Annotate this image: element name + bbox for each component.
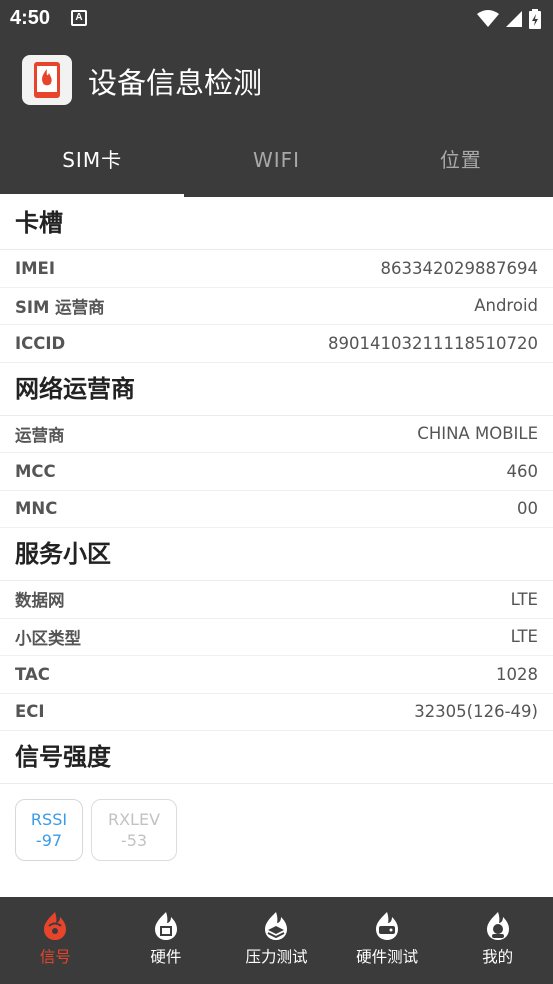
info-row-mcc: MCC 460 (0, 453, 553, 491)
row-value: 1028 (496, 664, 538, 684)
notification-icon: A (71, 10, 87, 26)
tab-sim[interactable]: SIM卡 (0, 122, 185, 197)
row-label: 运营商 (15, 425, 65, 445)
nav-label: 信号 (39, 948, 71, 966)
row-label: TAC (15, 664, 50, 684)
cell-signal-icon (506, 11, 522, 27)
tag-name: RSSI (30, 810, 68, 829)
info-row-imei: IMEI 863342029887694 (0, 250, 553, 288)
info-row-sim-operator: SIM 运营商 Android (0, 288, 553, 325)
nav-label: 硬件 (150, 948, 182, 966)
tab-bar: SIM卡 WIFI 位置 (0, 122, 553, 197)
nav-label: 我的 (482, 948, 514, 966)
app-title: 设备信息检测 (88, 66, 263, 100)
bottom-navigation: 信号 硬件 压力测试 硬件测试 我的 (0, 897, 553, 984)
row-label: IMEI (15, 258, 55, 278)
row-value: 863342029887694 (380, 258, 538, 278)
tag-name: RXLEV (107, 810, 161, 829)
nav-item-hardware[interactable]: 硬件 (111, 897, 222, 984)
section-title-cell: 服务小区 (0, 528, 553, 581)
layers-flame-icon (265, 912, 288, 940)
device-flame-icon (376, 912, 399, 940)
battery-icon (529, 9, 541, 29)
tab-location[interactable]: 位置 (369, 122, 553, 197)
info-row-tac: TAC 1028 (0, 656, 553, 694)
wifi-icon (477, 10, 499, 27)
info-row-eci: ECI 32305(126-49) (0, 694, 553, 731)
section-title-slot: 卡槽 (0, 197, 553, 250)
row-value: 89014103211118510720 (328, 333, 538, 353)
signal-tag-group: RSSI -97 RXLEV -53 (0, 784, 553, 876)
section-title-operator: 网络运营商 (0, 363, 553, 416)
info-row-cell-type: 小区类型 LTE (0, 619, 553, 656)
status-bar: 4:50 A (0, 0, 553, 38)
system-icons (477, 9, 541, 29)
row-value: 460 (506, 461, 539, 481)
section-title-signal: 信号强度 (0, 731, 553, 784)
row-label: MNC (15, 499, 58, 519)
tag-value: -97 (35, 831, 63, 850)
row-label: MCC (15, 461, 56, 481)
info-row-operator: 运营商 CHINA MOBILE (0, 416, 553, 453)
nav-label: 硬件测试 (356, 948, 419, 966)
signal-tag-rxlev[interactable]: RXLEV -53 (91, 799, 177, 861)
row-value: Android (474, 296, 538, 316)
nav-label: 压力测试 (245, 948, 308, 966)
signal-flame-icon (44, 912, 67, 940)
row-value: LTE (510, 627, 538, 647)
nav-item-stress-test[interactable]: 压力测试 (221, 897, 332, 984)
tab-wifi[interactable]: WIFI (184, 122, 368, 197)
nav-item-signal[interactable]: 信号 (0, 897, 111, 984)
row-value: LTE (510, 589, 538, 609)
chip-flame-icon (154, 912, 177, 940)
user-flame-icon (486, 912, 509, 940)
signal-tag-rssi[interactable]: RSSI -97 (15, 799, 83, 861)
info-row-data-network: 数据网 LTE (0, 581, 553, 619)
row-value: 32305(126-49) (414, 702, 538, 722)
status-time: 4:50 (10, 7, 51, 29)
row-label: 小区类型 (15, 628, 81, 648)
nav-item-profile[interactable]: 我的 (442, 897, 553, 984)
row-label: 数据网 (15, 591, 65, 611)
row-value: CHINA MOBILE (417, 424, 538, 444)
app-bar: 设备信息检测 (0, 38, 553, 122)
nav-item-hardware-test[interactable]: 硬件测试 (332, 897, 443, 984)
row-label: ECI (15, 702, 45, 722)
flame-phone-icon (34, 62, 60, 98)
row-value: 00 (517, 499, 538, 519)
info-row-iccid: ICCID 89014103211118510720 (0, 325, 553, 363)
sim-info-content[interactable]: 卡槽 IMEI 863342029887694 SIM 运营商 Android … (0, 197, 553, 897)
row-label: ICCID (15, 333, 66, 353)
app-logo (22, 55, 72, 105)
row-label: SIM 运营商 (15, 297, 105, 317)
tag-value: -53 (120, 831, 148, 850)
info-row-mnc: MNC 00 (0, 491, 553, 528)
